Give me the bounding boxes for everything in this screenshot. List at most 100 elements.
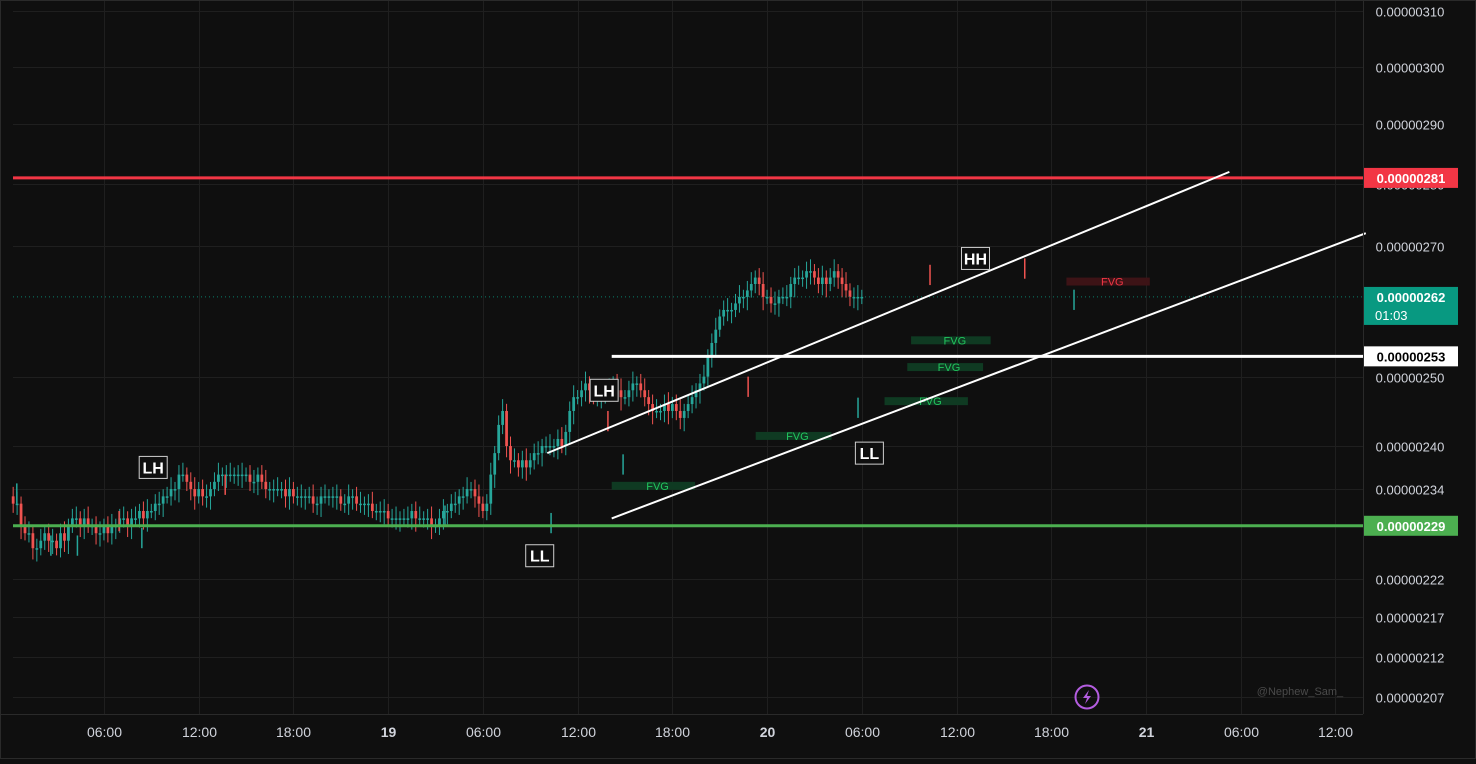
candle-body (548, 446, 552, 448)
time-tick-label: 06:00 (1224, 724, 1259, 740)
current-price-label: 0.00000262 (1377, 290, 1446, 305)
candle-body (836, 271, 840, 278)
candle-body (256, 474, 260, 482)
candle-body (370, 503, 374, 512)
candle-body (169, 489, 173, 497)
candle-body (43, 533, 47, 541)
price-tick-label: 0.00000212 (1376, 651, 1445, 666)
candle-body (145, 511, 149, 519)
candle-body (564, 431, 568, 447)
candle-body (730, 309, 733, 312)
price-tick-label: 0.00000250 (1376, 371, 1445, 386)
candle-body (205, 496, 208, 498)
fvg-label: FVG (944, 335, 967, 347)
candle-body (339, 496, 343, 504)
candle-body (840, 277, 844, 284)
candle-body (201, 489, 205, 497)
candle-body (193, 489, 197, 497)
fvg-label: FVG (786, 431, 809, 443)
candle-body (367, 503, 370, 506)
candle-body (580, 390, 583, 398)
candle-body (659, 410, 662, 413)
time-tick-label: 18:00 (1034, 724, 1069, 740)
candle-body (173, 489, 177, 491)
candle-body (568, 410, 572, 432)
candle-body (185, 474, 189, 482)
candle-body (311, 496, 315, 504)
candle-body (540, 446, 544, 454)
candle-body (623, 397, 627, 399)
candle-body (544, 446, 548, 448)
candle-body (11, 496, 15, 504)
candle-body (153, 503, 157, 512)
structure-label: LH (143, 460, 164, 477)
candle-body (347, 496, 351, 504)
level-price-label: 0.00000281 (1377, 171, 1446, 186)
candle-body (157, 503, 161, 506)
candle-body (706, 356, 710, 377)
candle-body (149, 511, 153, 513)
candle-body (824, 277, 828, 284)
candle-body (165, 496, 169, 498)
candle-body (465, 489, 469, 497)
candle-body (844, 283, 848, 291)
candle-body (757, 277, 761, 284)
candle-body (742, 296, 745, 299)
candle-body (647, 397, 651, 405)
candle-body (63, 533, 66, 541)
chart-canvas[interactable]: FVGFVGFVGFVGFVGFVG LHLLLHLLHH 0.00000310… (0, 0, 1476, 759)
candle-body (817, 277, 820, 284)
candle-body (572, 397, 576, 411)
watermark: @Nephew_Sam_ (1257, 686, 1344, 698)
structure-label: LL (860, 446, 880, 463)
candle-body (410, 511, 414, 519)
candle-body (288, 489, 291, 497)
candle-body (319, 496, 323, 504)
candle-body (244, 474, 248, 477)
candle-body (678, 410, 682, 418)
candle-body (177, 474, 181, 490)
candle-body (449, 503, 453, 512)
candle-body (252, 481, 256, 484)
candle-body (627, 390, 631, 398)
fvg-label: FVG (1101, 277, 1124, 289)
candle-body (777, 296, 781, 304)
candle-body (359, 503, 362, 506)
candle-body (639, 383, 643, 391)
candle-body (303, 496, 307, 498)
candle-body (556, 438, 560, 447)
candle-body (161, 496, 165, 504)
candle-body (734, 303, 737, 310)
candle-body (453, 503, 457, 506)
time-tick-label: 06:00 (87, 724, 122, 740)
price-chart[interactable]: FVG FVG FVG FVG FVG FVG LH LL LH LL HH 0.00000310… (0, 0, 1476, 759)
time-tick-label: 18:00 (655, 724, 690, 740)
candle-body (726, 309, 729, 312)
candle-body (828, 277, 832, 284)
candle-body (122, 518, 126, 520)
candle-body (422, 518, 426, 520)
candle-body (382, 511, 386, 513)
candle-body (501, 410, 504, 425)
price-tick-label: 0.00000310 (1376, 5, 1445, 20)
candle-body (35, 548, 39, 550)
price-tick-label: 0.00000222 (1376, 573, 1445, 588)
price-tick-label: 0.00000234 (1376, 483, 1445, 498)
candle-body (801, 277, 804, 280)
candle-body (749, 283, 753, 291)
candle-body (299, 496, 303, 498)
candle-body (363, 503, 366, 506)
candle-body (552, 446, 556, 448)
candle-body (406, 518, 410, 520)
candle-body (524, 460, 528, 468)
candle-body (209, 489, 212, 497)
candle-body (74, 518, 78, 520)
candle-body (848, 290, 852, 297)
candle-body (536, 453, 540, 455)
candle-body (513, 460, 516, 462)
candle-body (769, 296, 773, 304)
candle-body (505, 410, 508, 447)
candle-body (335, 496, 339, 498)
candle-body (773, 303, 777, 305)
candle-body (331, 496, 335, 498)
